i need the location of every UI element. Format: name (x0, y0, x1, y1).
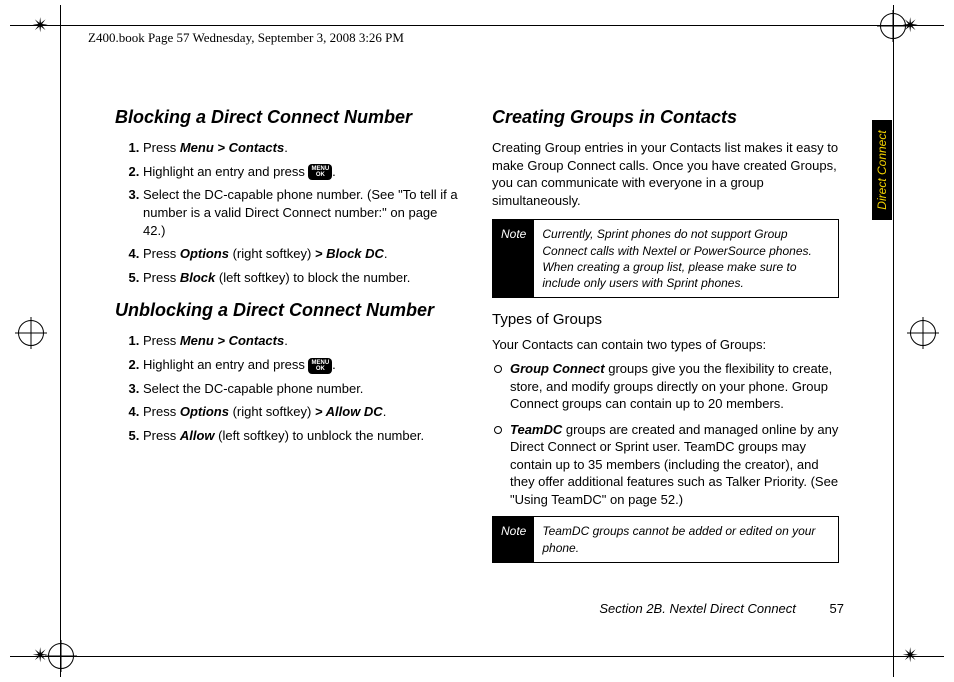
page-content: Blocking a Direct Connect Number Press M… (115, 105, 839, 612)
note-box: Note TeamDC groups cannot be added or ed… (492, 516, 839, 562)
side-tab-label: Direct Connect (875, 130, 889, 209)
heading-blocking: Blocking a Direct Connect Number (115, 105, 462, 129)
unblocking-steps: Press Menu > Contacts. Highlight an entr… (115, 332, 462, 444)
side-tab: Direct Connect (872, 120, 892, 220)
list-item: TeamDC groups are created and managed on… (506, 421, 839, 509)
list-item: Highlight an entry and press MENUOK. (143, 163, 462, 181)
registration-mark-icon (910, 320, 936, 346)
note-box: Note Currently, Sprint phones do not sup… (492, 219, 839, 298)
list-item: Select the DC-capable phone number. (143, 380, 462, 398)
gear-icon: ✴ (32, 646, 52, 666)
section-label: Section 2B. Nextel Direct Connect (599, 601, 796, 616)
page-footer: Section 2B. Nextel Direct Connect 57 (599, 601, 844, 616)
gear-icon: ✴ (902, 646, 922, 666)
crop-mark (10, 656, 944, 657)
list-item: Press Menu > Contacts. (143, 139, 462, 157)
list-item: Press Options (right softkey) > Block DC… (143, 245, 462, 263)
crop-mark (60, 5, 61, 677)
gear-icon: ✴ (902, 16, 922, 36)
heading-unblocking: Unblocking a Direct Connect Number (115, 298, 462, 322)
heading-creating-groups: Creating Groups in Contacts (492, 105, 839, 129)
list-item: Press Block (left softkey) to block the … (143, 269, 462, 287)
note-text: Currently, Sprint phones do not support … (534, 220, 838, 297)
left-column: Blocking a Direct Connect Number Press M… (115, 105, 462, 612)
list-item: Press Options (right softkey) > Allow DC… (143, 403, 462, 421)
note-label: Note (493, 220, 534, 297)
list-item: Highlight an entry and press MENUOK. (143, 356, 462, 374)
note-label: Note (493, 517, 534, 561)
note-text: TeamDC groups cannot be added or edited … (534, 517, 838, 561)
book-header: Z400.book Page 57 Wednesday, September 3… (88, 30, 404, 46)
group-types-list: Group Connect groups give you the flexib… (492, 360, 839, 508)
list-item: Group Connect groups give you the flexib… (506, 360, 839, 413)
menu-ok-key-icon: MENUOK (308, 358, 332, 374)
right-column: Creating Groups in Contacts Creating Gro… (492, 105, 839, 612)
gear-icon: ✴ (32, 16, 52, 36)
menu-ok-key-icon: MENUOK (308, 164, 332, 180)
crop-mark (10, 25, 944, 26)
types-intro: Your Contacts can contain two types of G… (492, 336, 839, 354)
intro-paragraph: Creating Group entries in your Contacts … (492, 139, 839, 209)
heading-types-of-groups: Types of Groups (492, 310, 839, 330)
page-number: 57 (830, 601, 844, 616)
crop-mark (893, 5, 894, 677)
list-item: Press Allow (left softkey) to unblock th… (143, 427, 462, 445)
registration-mark-icon (18, 320, 44, 346)
list-item: Press Menu > Contacts. (143, 332, 462, 350)
list-item: Select the DC-capable phone number. (See… (143, 186, 462, 239)
blocking-steps: Press Menu > Contacts. Highlight an entr… (115, 139, 462, 286)
